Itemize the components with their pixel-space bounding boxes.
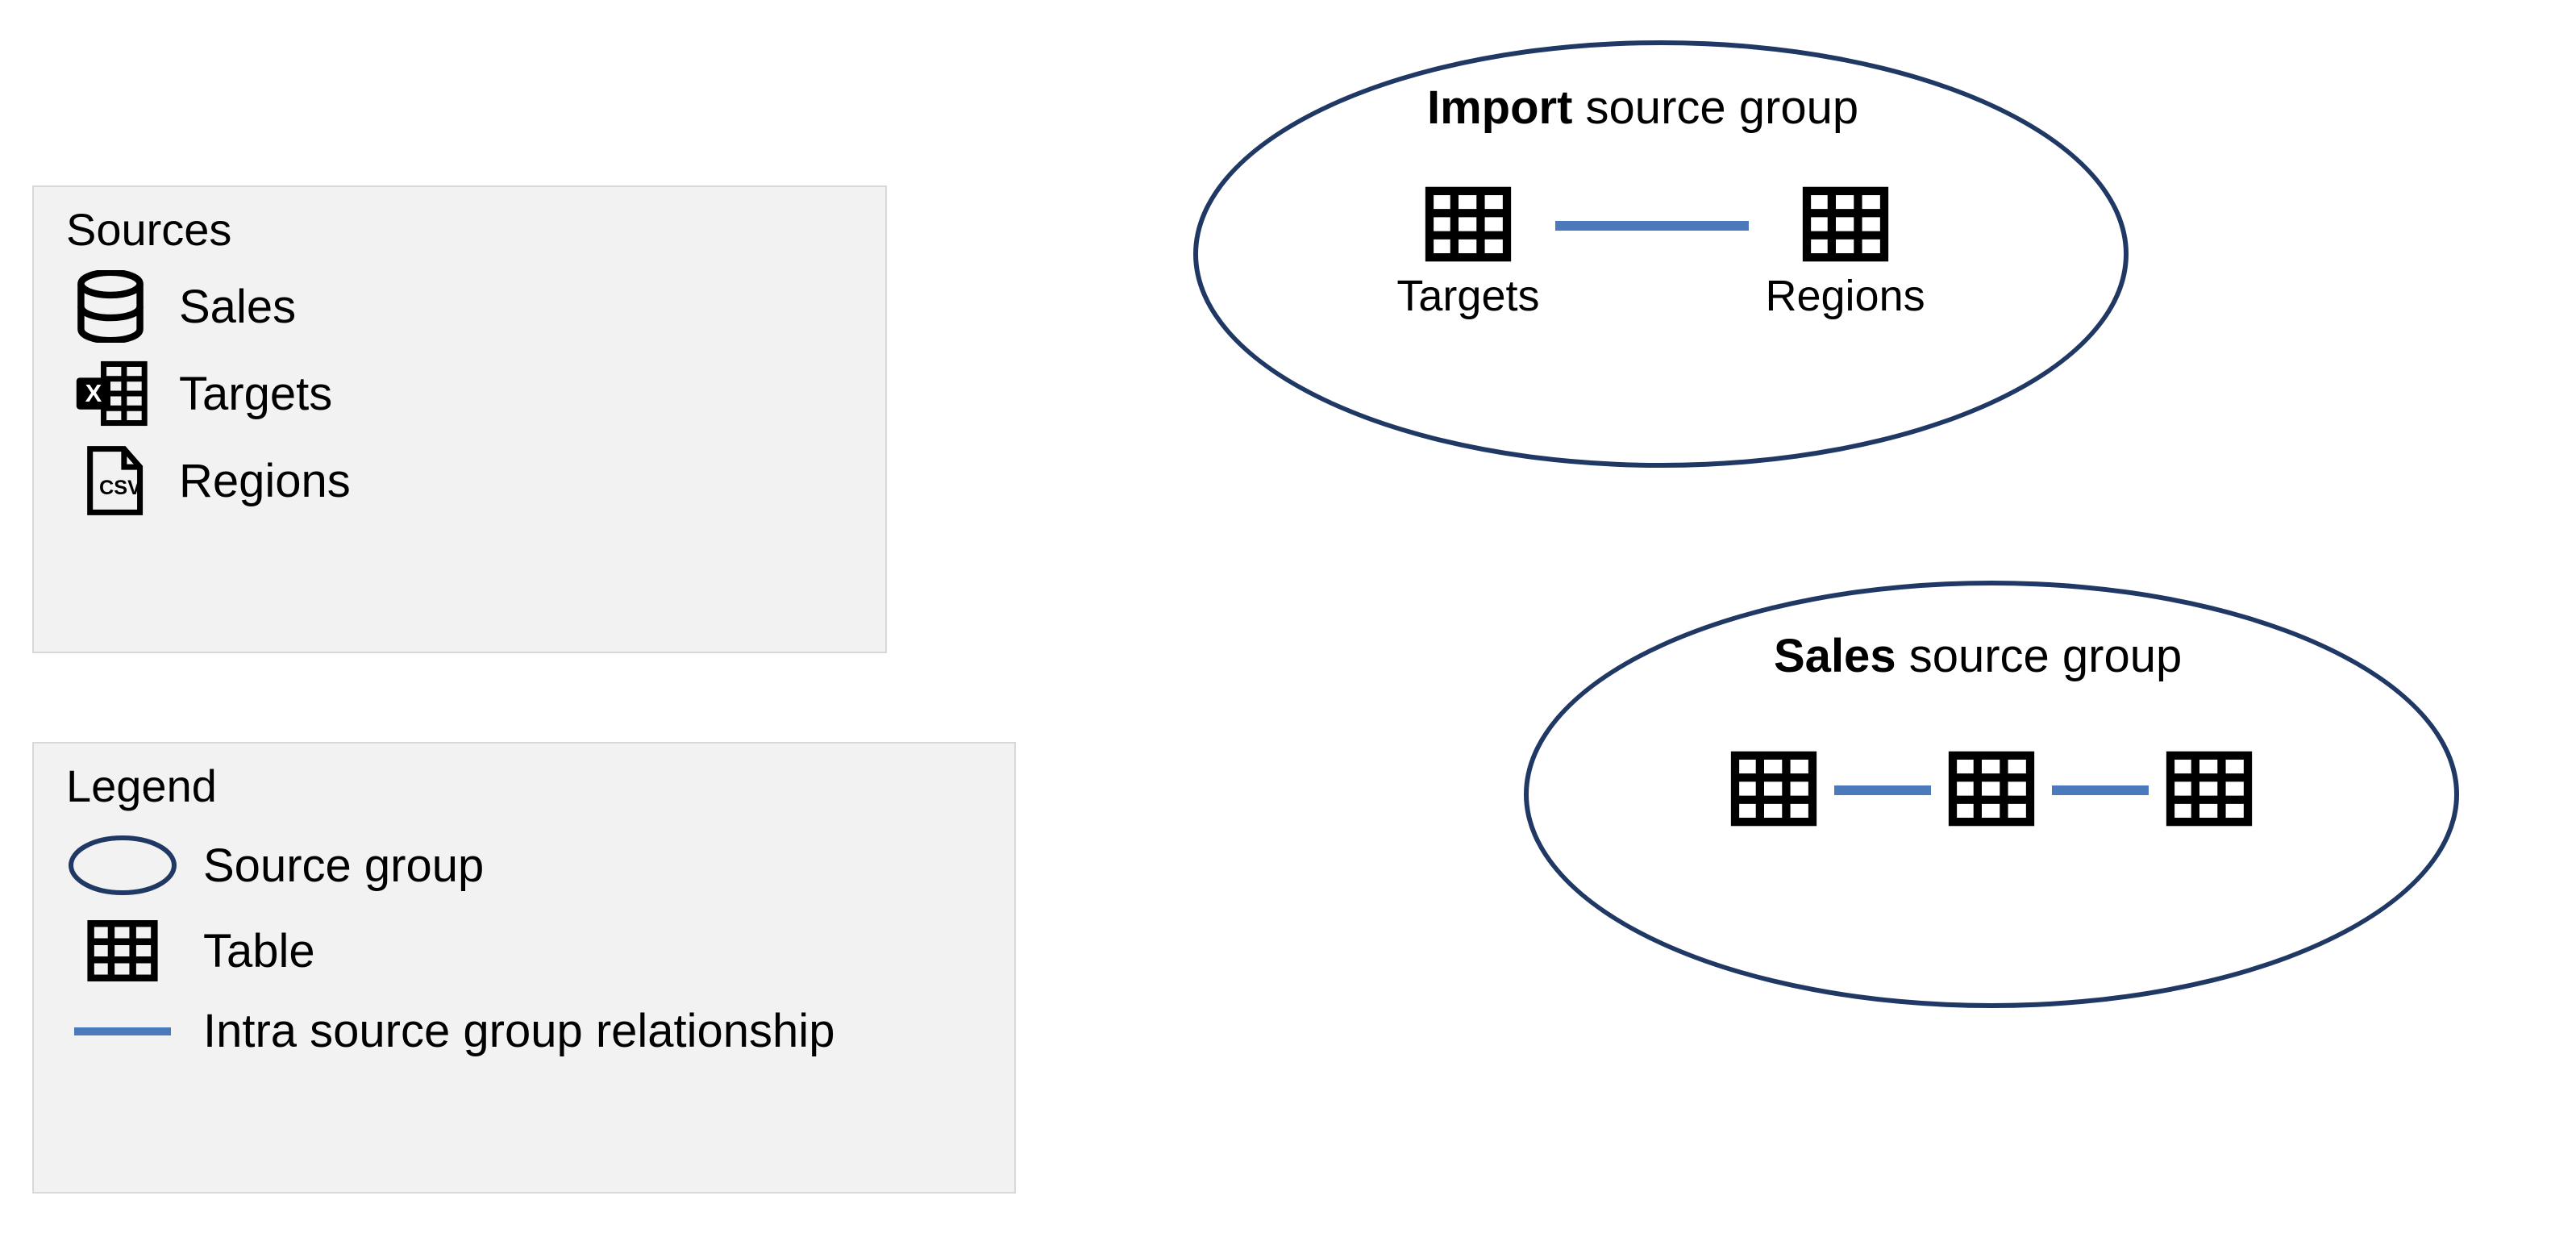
legend-row-source-group: Source group (66, 833, 982, 898)
relationship-line (2052, 785, 2149, 795)
group-title-rest: source group (1572, 81, 1858, 134)
table-caption: Regions (1765, 271, 1925, 321)
table-caption: Targets (1396, 271, 1539, 321)
table-node-regions: Regions (1765, 185, 1925, 321)
group-title-bold: Sales (1774, 630, 1896, 682)
excel-icon (66, 357, 155, 430)
legend-row-relationship: Intra source group relationship (66, 1004, 982, 1058)
group-title-bold: Import (1427, 81, 1572, 134)
sources-panel: Sources Sales Targets Regions (32, 185, 887, 653)
ellipse-icon (66, 833, 179, 898)
table-icon (1424, 185, 1513, 263)
relationship-line-icon (66, 1027, 179, 1035)
table-node-targets: Targets (1396, 185, 1539, 321)
csv-icon (66, 444, 155, 517)
table-node (1729, 750, 1818, 827)
import-source-group-content: Targets Regions (1322, 185, 2000, 321)
table-icon (1801, 185, 1890, 263)
sales-source-group-title: Sales source group (1774, 629, 2182, 683)
relationship-line (1555, 221, 1749, 231)
import-source-group-title: Import source group (1427, 81, 1858, 135)
group-title-rest: source group (1896, 630, 2183, 682)
source-label: Targets (179, 367, 332, 421)
table-icon (1947, 750, 2036, 827)
database-icon (66, 270, 155, 343)
sources-title: Sources (66, 203, 853, 256)
table-node (1947, 750, 2036, 827)
table-node (2165, 750, 2253, 827)
sales-source-group-content (1685, 750, 2298, 827)
legend-row-table: Table (66, 919, 982, 983)
relationship-line (1834, 785, 1931, 795)
source-label: Regions (179, 454, 351, 508)
legend-label: Table (203, 924, 315, 978)
table-icon (1729, 750, 1818, 827)
table-icon (66, 919, 179, 983)
legend-panel: Legend Source group Table Intra source g… (32, 742, 1016, 1194)
source-row-regions: Regions (66, 444, 853, 517)
legend-label: Intra source group relationship (203, 1004, 834, 1058)
table-icon (2165, 750, 2253, 827)
source-row-targets: Targets (66, 357, 853, 430)
legend-title: Legend (66, 760, 982, 812)
source-row-sales: Sales (66, 270, 853, 343)
legend-label: Source group (203, 839, 484, 893)
source-label: Sales (179, 280, 296, 334)
